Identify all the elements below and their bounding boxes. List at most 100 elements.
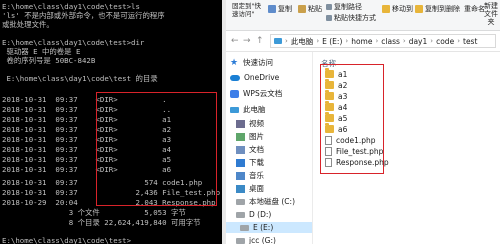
new-folder-button[interactable]: 新建 文件夹 [481, 2, 500, 26]
file-name: code1.php [336, 135, 376, 145]
paste-label: 粘贴 [308, 5, 322, 13]
copy-icon [268, 5, 276, 13]
list-item[interactable]: File_test.php [325, 146, 383, 156]
nav-item-videos[interactable]: 视频 [236, 118, 264, 129]
drive-icon [236, 237, 245, 244]
nav-item-label: D (D:) [249, 210, 272, 219]
paste-button[interactable]: 粘贴 [298, 4, 322, 14]
list-item[interactable]: a1 [325, 68, 347, 79]
paste-shortcut-label: 粘贴快捷方式 [334, 14, 376, 22]
breadcrumb-segment[interactable]: day1 [409, 37, 428, 46]
nav-item-label: 桌面 [249, 184, 264, 193]
file-explorer-window: 固定到"快速访问" 复制 粘贴 复制路径 粘贴快捷方式 移动到 复制到 删除 重… [226, 0, 500, 244]
move-to-icon [382, 5, 390, 13]
nav-item-label: 图片 [249, 132, 264, 141]
breadcrumb-segment[interactable]: 此电脑 [291, 36, 314, 47]
nav-item-label: 快速访问 [243, 58, 273, 67]
terminal-line: 或批处理文件。 [2, 20, 54, 29]
breadcrumb-segment[interactable]: code [436, 37, 454, 46]
drive-icon [236, 198, 245, 205]
file-icon [325, 135, 332, 145]
nav-item-drive-c[interactable]: 本地磁盘 (C:) [236, 196, 295, 207]
paste-shortcut-button[interactable]: 粘贴快捷方式 [326, 13, 376, 23]
list-item[interactable]: a5 [325, 112, 347, 123]
copy-path-label: 复制路径 [334, 3, 362, 11]
nav-item-label: WPS云文档 [243, 89, 283, 98]
pc-icon [230, 106, 239, 113]
file-name: a2 [338, 80, 348, 90]
nav-item-music[interactable]: 音乐 [236, 170, 264, 181]
folder-icon [325, 123, 334, 133]
nav-item-label: 文档 [249, 145, 264, 154]
cloud-icon [230, 74, 240, 81]
file-name: File_test.php [336, 146, 384, 156]
terminal-line: E:\home\class\day1\code\test>ls [2, 2, 140, 11]
copy-button[interactable]: 复制 [268, 4, 292, 14]
nav-item-desktop[interactable]: 桌面 [236, 183, 264, 194]
nav-item-label: 视频 [249, 119, 264, 128]
pin-quick-access-button[interactable]: 固定到"快速访问" [232, 2, 266, 18]
nav-item-documents[interactable]: 文档 [236, 144, 264, 155]
drive-icon [240, 224, 249, 231]
nav-item-downloads[interactable]: 下载 [236, 157, 264, 168]
address-bar[interactable]: › 此电脑 › E (E:) › home › class › day1 › c… [270, 34, 496, 48]
list-item[interactable]: a4 [325, 101, 347, 112]
nav-item-label: jcc (G:) [249, 236, 276, 244]
copy-to-label: 复制到 [425, 5, 446, 13]
nav-item-wps-cloud[interactable]: WPS云文档 [230, 88, 282, 99]
folder-icon [325, 90, 334, 100]
highlight-box [96, 92, 217, 206]
breadcrumb-segment[interactable]: class [381, 37, 400, 46]
folder-icon [325, 68, 334, 78]
list-item[interactable]: a2 [325, 79, 348, 90]
drive-icon [236, 211, 245, 218]
breadcrumb-segment[interactable]: home [351, 37, 372, 46]
folder-icon [325, 79, 334, 89]
nav-item-quick-access[interactable]: ★ 快速访问 [230, 57, 273, 68]
nav-item-pictures[interactable]: 图片 [236, 131, 264, 142]
pc-icon [274, 38, 282, 44]
nav-item-label: 此电脑 [243, 105, 266, 114]
breadcrumb-segment[interactable]: test [463, 37, 477, 46]
file-icon [325, 146, 332, 156]
copy-label: 复制 [278, 5, 292, 13]
chevron-right-icon: › [457, 37, 460, 45]
copy-path-icon [326, 4, 332, 10]
forward-arrow-icon[interactable]: → [243, 35, 251, 47]
ribbon-toolbar: 固定到"快速访问" 复制 粘贴 复制路径 粘贴快捷方式 移动到 复制到 删除 重… [226, 0, 500, 31]
new-folder-label: 新建 文件夹 [484, 2, 498, 26]
wps-icon [230, 89, 239, 98]
chevron-right-icon: › [285, 37, 288, 45]
copy-to-button[interactable]: 复制到 [415, 4, 446, 14]
nav-item-drive-e[interactable]: E (E:) [226, 222, 312, 233]
video-icon [236, 119, 245, 128]
pin-quick-access-label: 固定到"快速访问" [232, 2, 261, 18]
nav-item-this-pc[interactable]: 此电脑 [230, 104, 266, 115]
nav-item-onedrive[interactable]: OneDrive [230, 72, 279, 83]
move-to-button[interactable]: 移动到 [382, 4, 413, 14]
terminal-prompt[interactable]: E:\home\class\day1\code\test> [2, 236, 131, 244]
music-icon [236, 171, 245, 180]
breadcrumb-segment[interactable]: E (E:) [322, 37, 342, 46]
file-icon [325, 157, 332, 167]
list-item[interactable]: a3 [325, 90, 347, 101]
nav-item-drive-d[interactable]: D (D:) [236, 209, 271, 220]
terminal-line: 8 个目录 22,624,419,840 可用字节 [2, 218, 201, 227]
terminal-line: 3 个文件 5,053 字节 [2, 208, 186, 217]
folder-icon [325, 112, 334, 122]
list-item[interactable]: Response.php [325, 157, 389, 167]
file-list-pane: 名称 a1 a2 a3 a4 a5 a6 code1.php File_test… [313, 52, 500, 244]
back-arrow-icon[interactable]: ← [231, 35, 239, 47]
copy-path-button[interactable]: 复制路径 [326, 2, 362, 12]
file-name: Response.php [336, 157, 389, 167]
chevron-right-icon: › [316, 37, 320, 45]
chevron-right-icon: › [402, 37, 406, 45]
up-arrow-icon[interactable]: ↑ [256, 35, 264, 47]
navigation-pane: ★ 快速访问 OneDrive WPS云文档 此电脑 视频 图片 文档 下载 音… [226, 52, 313, 244]
nav-item-drive-g[interactable]: jcc (G:) [236, 235, 276, 244]
list-item[interactable]: a6 [325, 123, 347, 134]
list-item[interactable]: code1.php [325, 135, 376, 145]
command-prompt-window[interactable]: E:\home\class\day1\code\test>ls 'ls' 不是内… [0, 0, 222, 244]
move-to-label: 移动到 [392, 5, 413, 13]
delete-button[interactable]: 删除 [446, 4, 460, 14]
